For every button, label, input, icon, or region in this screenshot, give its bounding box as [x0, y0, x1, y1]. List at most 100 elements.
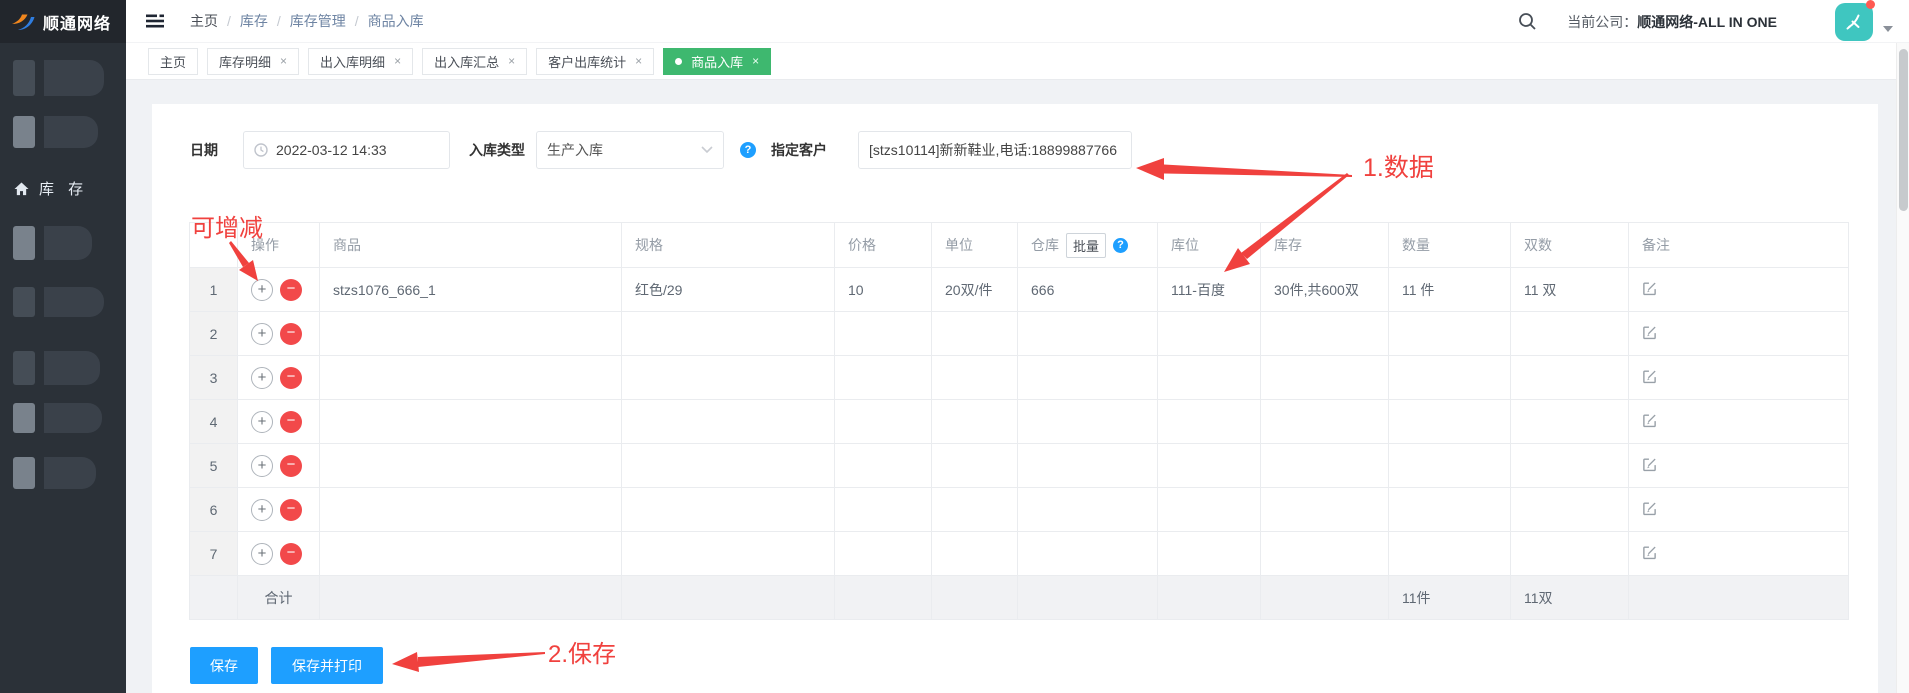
remove-row-button[interactable]: −: [280, 410, 302, 433]
edit-remark-icon[interactable]: [1642, 501, 1657, 516]
edit-remark-icon[interactable]: [1642, 413, 1657, 428]
collapse-menu-icon[interactable]: [146, 14, 164, 28]
cell-qty[interactable]: 11 件: [1388, 267, 1511, 312]
sidebar-item-placeholder[interactable]: [13, 116, 98, 148]
cell-price[interactable]: [834, 531, 932, 576]
cell-location[interactable]: [1157, 531, 1261, 576]
cell-qty[interactable]: [1388, 399, 1511, 444]
cell-price[interactable]: [834, 487, 932, 532]
remove-row-button[interactable]: −: [280, 454, 302, 477]
sidebar-item-placeholder[interactable]: [13, 226, 92, 260]
cell-spec[interactable]: [621, 531, 835, 576]
breadcrumb-home[interactable]: 主页: [190, 11, 218, 31]
cell-price[interactable]: [834, 355, 932, 400]
cell-pairs[interactable]: [1510, 531, 1629, 576]
cell-warehouse[interactable]: [1017, 443, 1158, 488]
cell-product[interactable]: [319, 531, 622, 576]
cell-warehouse[interactable]: 666: [1017, 267, 1158, 312]
sidebar-item-placeholder[interactable]: [13, 60, 104, 96]
add-row-button[interactable]: +: [251, 454, 273, 477]
add-row-button[interactable]: +: [251, 410, 273, 433]
tab-home[interactable]: 主页: [148, 47, 199, 75]
cell-pairs[interactable]: [1510, 311, 1629, 356]
inbound-type-select[interactable]: 生产入库: [536, 131, 724, 169]
add-row-button[interactable]: +: [251, 322, 273, 345]
cell-location[interactable]: [1157, 443, 1261, 488]
app-logo[interactable]: 顺通网络: [0, 0, 126, 43]
cell-product[interactable]: stzs1076_666_1: [319, 267, 622, 312]
cell-pairs[interactable]: [1510, 355, 1629, 400]
cell-unit[interactable]: [931, 311, 1018, 356]
cell-pairs[interactable]: 11 双: [1510, 267, 1629, 312]
close-icon[interactable]: ×: [752, 54, 759, 68]
close-icon[interactable]: ×: [394, 54, 401, 68]
close-icon[interactable]: ×: [508, 54, 515, 68]
search-icon[interactable]: [1518, 12, 1537, 31]
close-icon[interactable]: ×: [280, 54, 287, 68]
close-icon[interactable]: ×: [635, 54, 642, 68]
sidebar-item-placeholder[interactable]: [13, 457, 96, 489]
cell-spec[interactable]: [621, 443, 835, 488]
add-row-button[interactable]: +: [251, 542, 273, 565]
batch-help-icon[interactable]: ?: [1113, 237, 1129, 253]
cell-unit[interactable]: [931, 487, 1018, 532]
edit-remark-icon[interactable]: [1642, 369, 1657, 384]
cell-unit[interactable]: [931, 443, 1018, 488]
remove-row-button[interactable]: −: [280, 498, 302, 521]
cell-qty[interactable]: [1388, 443, 1511, 488]
sidebar-item-placeholder[interactable]: [13, 287, 104, 317]
cell-location[interactable]: [1157, 487, 1261, 532]
breadcrumb-goods-inbound[interactable]: 商品入库: [368, 11, 424, 31]
cell-location[interactable]: [1157, 399, 1261, 444]
breadcrumb-inventory-mgmt[interactable]: 库存管理: [290, 11, 346, 31]
breadcrumb-inventory[interactable]: 库存: [240, 11, 268, 31]
tab-inout-detail[interactable]: 出入库明细 ×: [308, 47, 414, 75]
cell-pairs[interactable]: [1510, 487, 1629, 532]
tab-inout-summary[interactable]: 出入库汇总 ×: [422, 47, 528, 75]
cell-product[interactable]: [319, 355, 622, 400]
cell-unit[interactable]: [931, 399, 1018, 444]
add-row-button[interactable]: +: [251, 278, 273, 301]
scrollbar-thumb[interactable]: [1899, 49, 1908, 211]
edit-remark-icon[interactable]: [1642, 325, 1657, 340]
remove-row-button[interactable]: −: [280, 542, 302, 565]
cell-unit[interactable]: 20双/件: [931, 267, 1018, 312]
help-icon[interactable]: ?: [740, 142, 756, 158]
sidebar-item-placeholder[interactable]: [13, 403, 102, 433]
edit-remark-icon[interactable]: [1642, 281, 1657, 296]
cell-pairs[interactable]: [1510, 443, 1629, 488]
date-input[interactable]: 2022-03-12 14:33: [243, 131, 450, 169]
tab-goods-inbound-active[interactable]: 商品入库 ×: [663, 47, 772, 75]
add-row-button[interactable]: +: [251, 498, 273, 521]
sidebar-item-inventory[interactable]: 库 存: [14, 178, 88, 199]
cell-spec[interactable]: [621, 399, 835, 444]
save-button[interactable]: 保存: [190, 647, 258, 684]
batch-button[interactable]: 批量: [1066, 232, 1107, 258]
cell-qty[interactable]: [1388, 355, 1511, 400]
remove-row-button[interactable]: −: [280, 322, 302, 345]
cell-warehouse[interactable]: [1017, 311, 1158, 356]
cell-unit[interactable]: [931, 531, 1018, 576]
cell-qty[interactable]: [1388, 487, 1511, 532]
sidebar-item-placeholder[interactable]: [13, 351, 100, 385]
cell-warehouse[interactable]: [1017, 531, 1158, 576]
edit-remark-icon[interactable]: [1642, 545, 1657, 560]
remove-row-button[interactable]: −: [280, 278, 302, 301]
remove-row-button[interactable]: −: [280, 366, 302, 389]
save-and-print-button[interactable]: 保存并打印: [271, 647, 383, 684]
cell-location[interactable]: [1157, 311, 1261, 356]
user-menu-caret-icon[interactable]: [1883, 25, 1893, 32]
cell-warehouse[interactable]: [1017, 355, 1158, 400]
cell-location[interactable]: 111-百度: [1157, 267, 1261, 312]
vertical-scrollbar[interactable]: [1896, 43, 1909, 693]
cell-spec[interactable]: [621, 355, 835, 400]
cell-price[interactable]: 10: [834, 267, 932, 312]
customer-input[interactable]: [stzs10114]新新鞋业,电话:18899887766: [858, 131, 1132, 169]
cell-qty[interactable]: [1388, 531, 1511, 576]
add-row-button[interactable]: +: [251, 366, 273, 389]
cell-product[interactable]: [319, 399, 622, 444]
cell-unit[interactable]: [931, 355, 1018, 400]
cell-warehouse[interactable]: [1017, 487, 1158, 532]
cell-product[interactable]: [319, 311, 622, 356]
cell-location[interactable]: [1157, 355, 1261, 400]
